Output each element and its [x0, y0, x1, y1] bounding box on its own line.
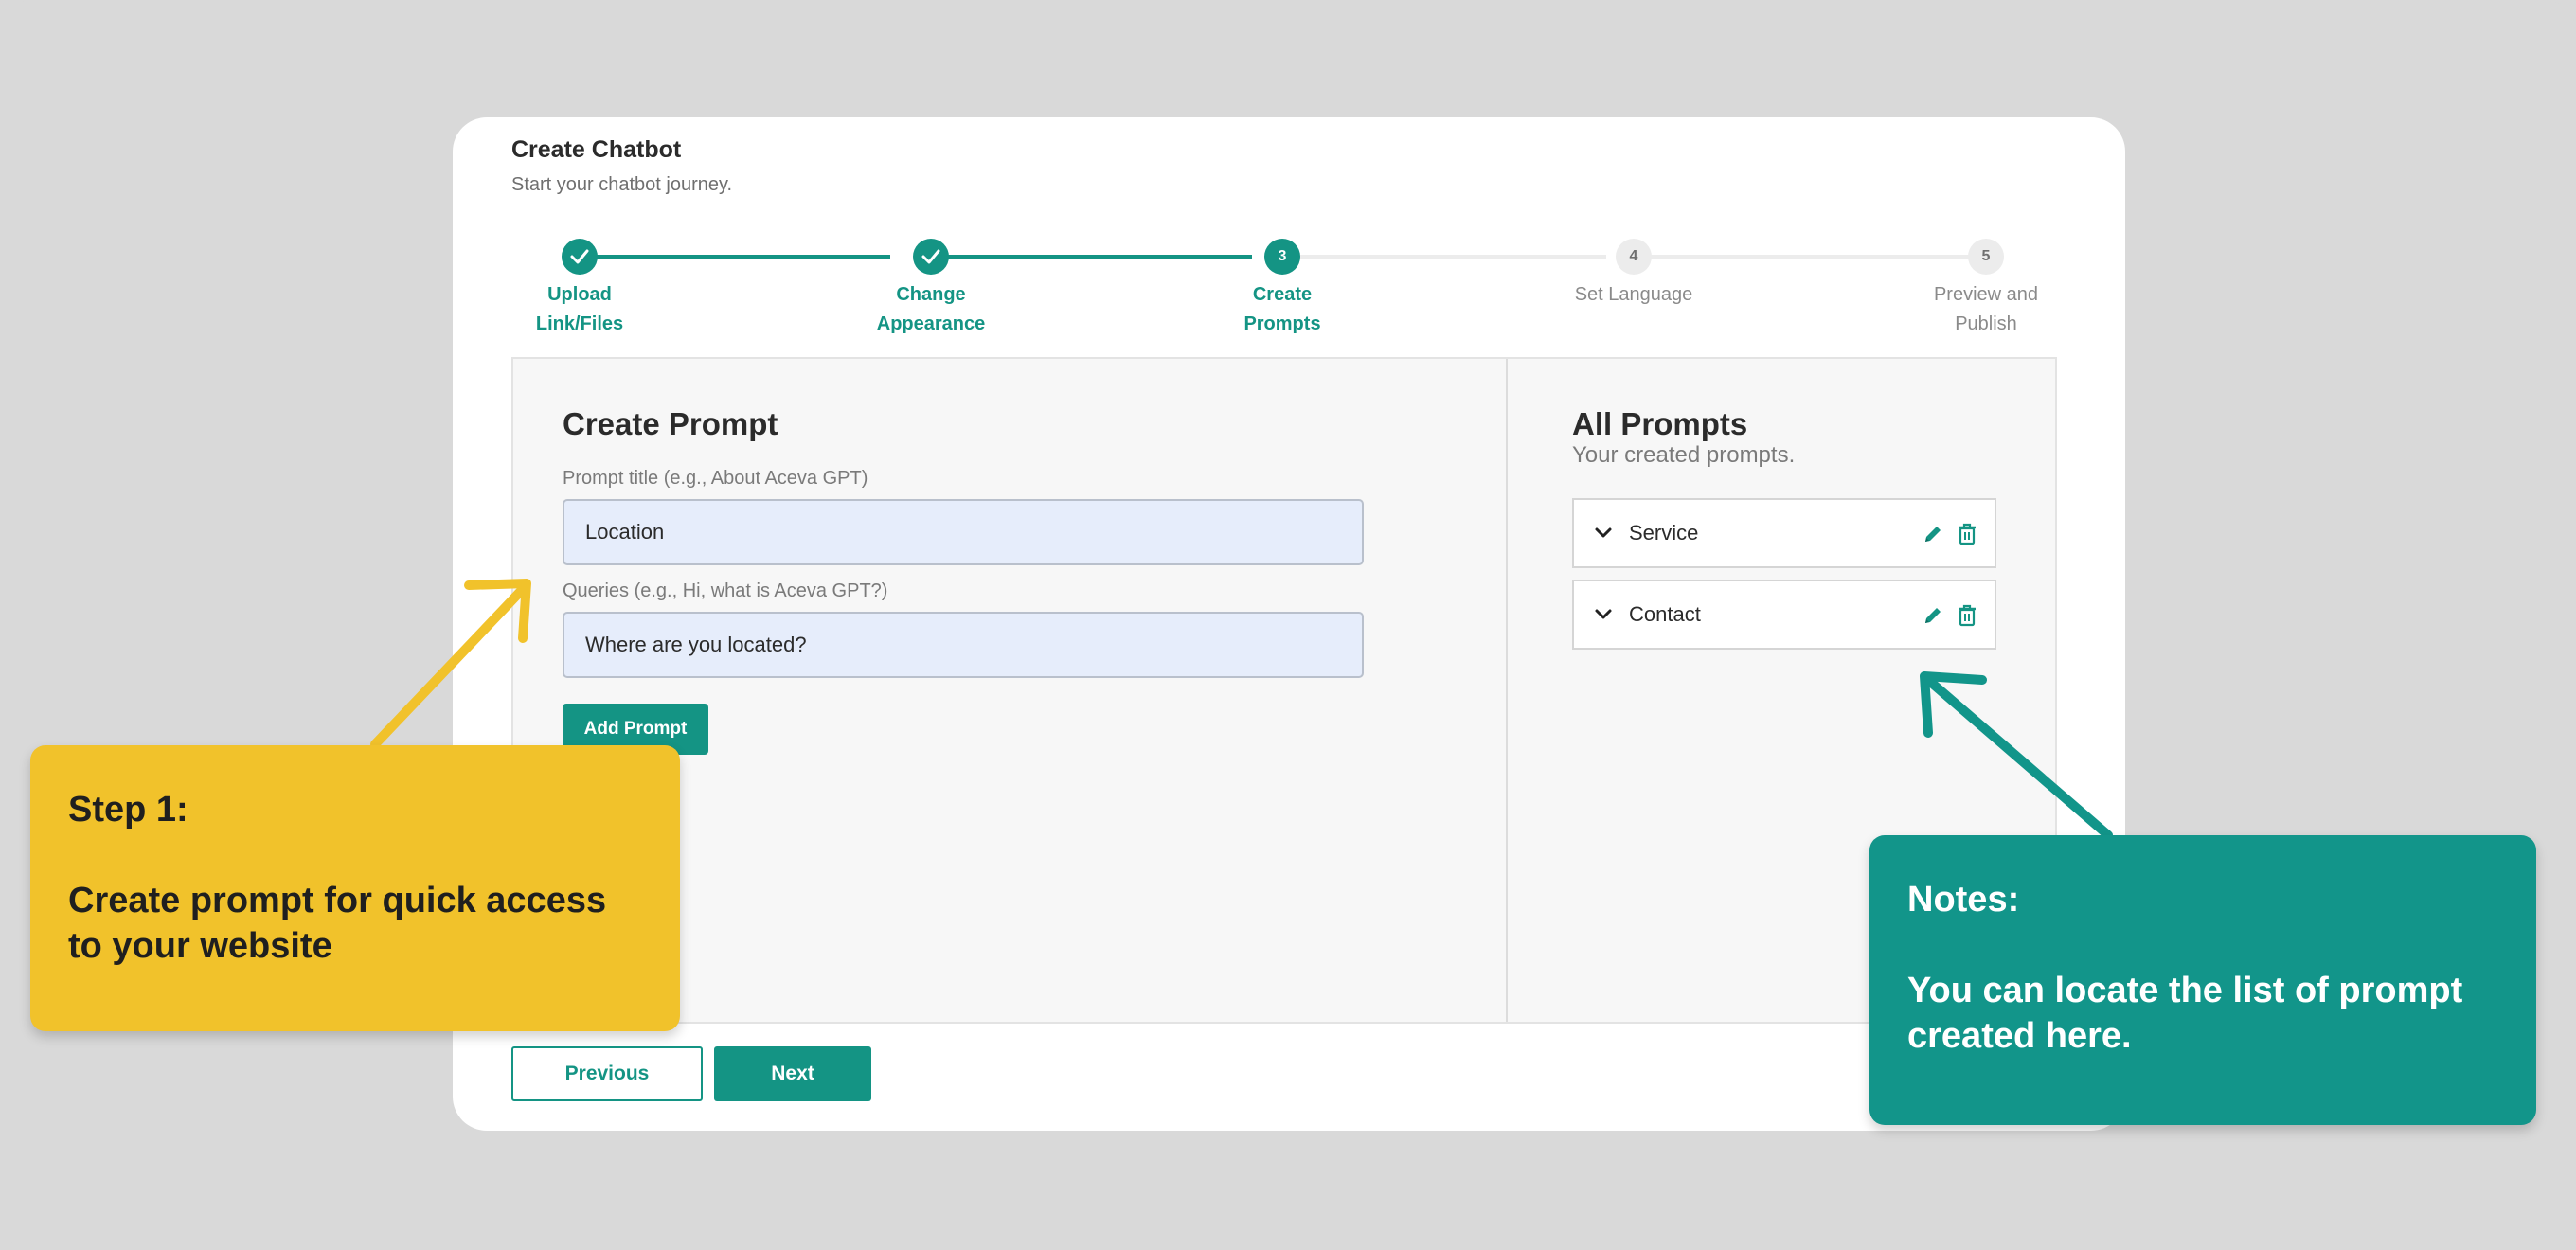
queries-input[interactable] [563, 612, 1364, 678]
checkmark-icon [921, 249, 940, 264]
prompt-panels: Create Prompt Prompt title (e.g., About … [511, 357, 2057, 1024]
edit-icon[interactable] [1921, 603, 1945, 628]
prompt-item[interactable]: Service [1572, 498, 1996, 568]
step-4-pending[interactable]: 4 [1616, 239, 1652, 275]
callout-body: You can locate the list of prompt create… [1907, 971, 2463, 1056]
step-4-label: Set Language [1574, 284, 1693, 305]
notes-callout: Notes: You can locate the list of prompt… [1869, 835, 2536, 1125]
prompt-item-name: Service [1629, 521, 1699, 545]
step-3-current[interactable]: 3 [1264, 239, 1300, 275]
step-1-callout: Step 1: Create prompt for quick access t… [30, 745, 680, 1031]
chevron-down-icon[interactable] [1591, 521, 1616, 545]
previous-button[interactable]: Previous [511, 1046, 703, 1101]
all-prompts-heading: All Prompts [1572, 406, 1748, 441]
progress-stepper: 3 4 5 Upload Link/Files Change Appearance … [453, 117, 2125, 354]
callout-body: Create prompt for quick access to your w… [68, 881, 607, 966]
step-1-label: Upload Link/Files [535, 284, 624, 334]
prompt-title-input[interactable] [563, 499, 1364, 565]
step-5-pending[interactable]: 5 [1968, 239, 2004, 275]
delete-icon[interactable] [1955, 521, 1979, 547]
prompt-title-label: Prompt title (e.g., About Aceva GPT) [563, 468, 868, 489]
step-1-complete[interactable] [562, 239, 598, 275]
step-5-label: Preview and Publish [1933, 284, 2039, 334]
prompt-item[interactable]: Contact [1572, 580, 1996, 650]
stepper-connector-4 [1644, 255, 1981, 259]
checkmark-icon [570, 249, 589, 264]
step-2-label: Change Appearance [876, 284, 986, 334]
stepper-connector-2 [932, 255, 1252, 259]
all-prompts-subtitle: Your created prompts. [1572, 442, 1796, 468]
stepper-connector-3 [1290, 255, 1606, 259]
callout-title: Step 1: [68, 790, 188, 830]
step-2-complete[interactable] [913, 239, 949, 275]
create-prompt-heading: Create Prompt [563, 406, 778, 441]
chevron-down-icon[interactable] [1591, 602, 1616, 627]
delete-icon[interactable] [1955, 602, 1979, 629]
stepper-connector-1 [580, 255, 890, 259]
step-3-label: Create Prompts [1243, 284, 1321, 334]
queries-label: Queries (e.g., Hi, what is Aceva GPT?) [563, 580, 888, 601]
next-button[interactable]: Next [714, 1046, 871, 1101]
callout-title: Notes: [1907, 880, 2020, 920]
edit-icon[interactable] [1921, 522, 1945, 546]
prompt-item-name: Contact [1629, 602, 1701, 626]
